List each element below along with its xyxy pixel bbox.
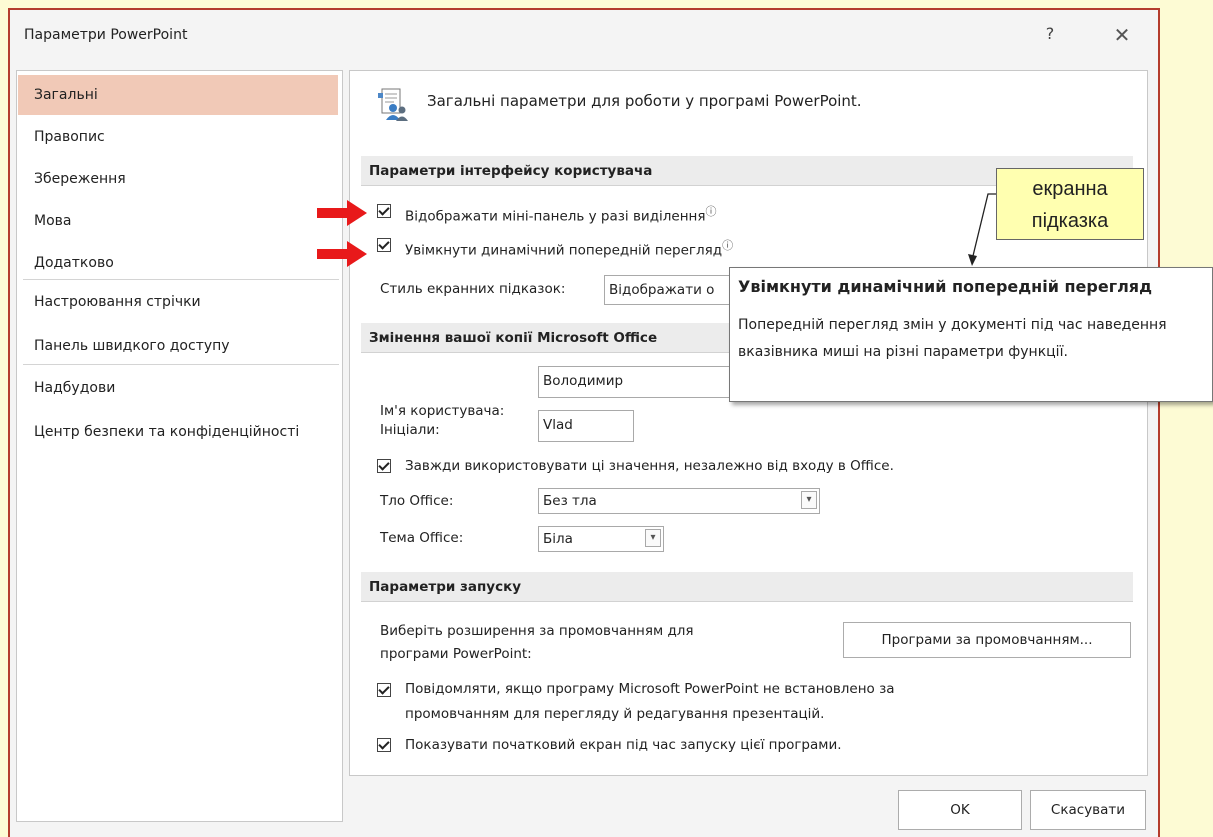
page-title: Загальні параметри для роботи у програмі… <box>427 92 862 110</box>
annotation-arrow-icon <box>317 241 367 267</box>
sidebar-item-proofing[interactable]: Правопис <box>18 117 338 157</box>
default-programs-button[interactable]: Програми за промовчанням... <box>843 622 1131 658</box>
screentip-title: Увімкнути динамічний попередній перегляд <box>738 277 1152 296</box>
sidebar-divider <box>23 364 339 365</box>
cancel-button[interactable]: Скасувати <box>1030 790 1146 830</box>
annotation-callout: екранна підказка <box>996 168 1144 240</box>
notify-default-checkbox[interactable] <box>377 683 391 697</box>
username-label: Ім'я користувача: <box>380 403 505 419</box>
sidebar-item-customize-ribbon[interactable]: Настроювання стрічки <box>18 282 338 322</box>
callout-pointer <box>968 193 996 266</box>
callout-line1: екранна <box>1032 178 1108 200</box>
initials-field[interactable]: Vlad <box>538 410 634 442</box>
screentip-body: Попередній перегляд змін у документі під… <box>738 317 1167 360</box>
live-preview-checkbox[interactable] <box>377 238 391 252</box>
info-icon: ⓘ <box>705 205 717 218</box>
extensions-text-line1: Виберіть розширення за промовчанням для <box>380 623 694 639</box>
start-screen-label: Показувати початковий екран під час запу… <box>405 737 842 753</box>
sidebar-item-quick-access[interactable]: Панель швидкого доступу <box>18 326 338 366</box>
mini-toolbar-label: Відображати міні-панель у разі виділення… <box>405 205 717 225</box>
mini-toolbar-checkbox[interactable] <box>377 204 391 218</box>
initials-label: Ініціали: <box>380 422 440 438</box>
office-theme-label: Тема Office: <box>380 530 464 546</box>
sidebar: Загальні Правопис Збереження Мова Додатк… <box>16 70 343 822</box>
notify-default-line1: Повідомляти, якщо програму Microsoft Pow… <box>405 681 895 697</box>
close-button[interactable]: ✕ <box>1109 22 1135 48</box>
sidebar-item-addins[interactable]: Надбудови <box>18 368 338 408</box>
sidebar-item-general[interactable]: Загальні <box>18 75 338 115</box>
start-screen-checkbox[interactable] <box>377 738 391 752</box>
sidebar-item-trust-center[interactable]: Центр безпеки та конфіденційності <box>18 412 338 452</box>
section-startup: Параметри запуску <box>361 572 1133 602</box>
always-use-label: Завжди використовувати ці значення, неза… <box>405 458 894 474</box>
sidebar-item-language[interactable]: Мова <box>18 201 338 241</box>
office-background-select[interactable]: Без тла <box>538 488 820 514</box>
callout-line2: підказка <box>1031 210 1109 232</box>
chevron-down-icon[interactable]: ▾ <box>645 529 661 547</box>
sidebar-divider <box>23 279 339 280</box>
info-icon: ⓘ <box>722 239 734 252</box>
sidebar-item-advanced[interactable]: Додатково <box>18 243 338 283</box>
dialog-title: Параметри PowerPoint <box>24 27 188 43</box>
username-field[interactable]: Володимир <box>538 366 730 398</box>
annotation-arrow-icon <box>317 200 367 226</box>
chevron-down-icon[interactable]: ▾ <box>801 491 817 509</box>
notify-default-line2: промовчанням для перегляду й редагування… <box>405 706 825 722</box>
help-button[interactable]: ? <box>1040 22 1060 46</box>
extensions-text-line2: програми PowerPoint: <box>380 646 532 662</box>
always-use-checkbox[interactable] <box>377 459 391 473</box>
screentip-style-select[interactable]: Відображати о <box>604 275 734 305</box>
screentip-style-label: Стиль екранних підказок: <box>380 281 566 297</box>
general-settings-icon <box>376 88 410 122</box>
office-background-label: Тло Office: <box>380 493 454 509</box>
ok-button[interactable]: OK <box>898 790 1022 830</box>
sidebar-item-save[interactable]: Збереження <box>18 159 338 199</box>
live-preview-label: Увімкнути динамічний попередній перегляд… <box>405 239 734 259</box>
